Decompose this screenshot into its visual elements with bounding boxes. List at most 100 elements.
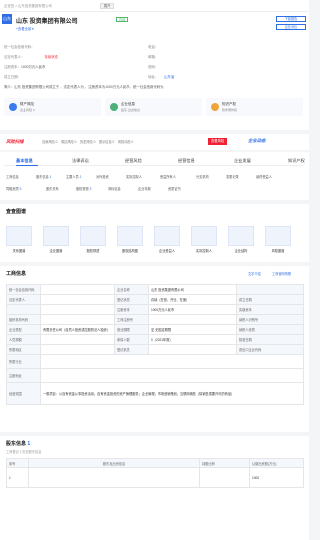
field-label xyxy=(236,284,304,295)
field-label: 所属行业 xyxy=(6,354,41,369)
tab-ip[interactable]: 知识产权 xyxy=(288,158,305,164)
tag-item[interactable]: 实际控制人 xyxy=(126,174,142,180)
risk-item[interactable]: 历史风险 0 xyxy=(80,140,95,144)
tag-label: 对外投资 xyxy=(96,175,109,179)
field-value xyxy=(148,314,237,325)
risk-item[interactable]: 提示信息 0 xyxy=(99,140,114,144)
tag-item[interactable]: 对外投资 xyxy=(96,174,109,180)
capital-value: 1000万元人民币 xyxy=(20,65,46,69)
subscribed-capital: 1000 xyxy=(249,467,304,488)
shareholder-subtabs[interactable]: 工商登记 1 历史股东信息 xyxy=(6,449,41,454)
tag-item[interactable]: 最终受益人 xyxy=(256,174,272,180)
enterprise-graph-icon xyxy=(43,226,69,246)
tab-risk[interactable]: 经营风险 xyxy=(125,158,142,164)
col-header: 序号 xyxy=(6,458,29,468)
breadcrumb: 企查查 > 山东投资集团有限公司 xyxy=(4,4,52,8)
view-risk-button[interactable]: 查看风险 xyxy=(208,138,228,145)
dynamics-label[interactable]: 企业动态 xyxy=(248,138,266,144)
tag-label: 股权穿透 xyxy=(76,187,89,191)
address-row: 地址： 山东省 xyxy=(148,74,174,79)
tag-label: 同融资质 xyxy=(6,187,19,191)
tag-item[interactable]: 商标信息 xyxy=(108,186,121,192)
graph-label: 股权穿透 xyxy=(86,249,100,253)
field-label: 营业期限 xyxy=(114,324,149,335)
equity-structure-icon xyxy=(117,226,143,246)
tag-item[interactable]: 变更记录 xyxy=(226,174,239,180)
field-value: 有限责任公司（自然人投资或控股的法人独资） xyxy=(40,324,115,335)
stat-title: 财产风险 xyxy=(20,102,34,106)
graph-card[interactable]: 风险图谱 xyxy=(265,226,291,256)
compare-button[interactable]: 企业对比 xyxy=(276,24,306,30)
company-header: 山东 山东 投资集团有限公司 存续 +查看全部 ▾ 下载报告 企业对比 统一社会… xyxy=(0,12,309,130)
shareholder-table: 序号 股东及出资信息 持股比例 认缴出资额(万元) 1 1000 xyxy=(6,458,304,488)
business-row: 法定代表人 登记状态 存续（在营、开业、在册） 成立日期 xyxy=(6,294,304,305)
download-label: 下载报告 xyxy=(284,17,298,21)
graph-card[interactable]: 企业受益人 xyxy=(154,226,180,256)
expand-button[interactable]: 展开 xyxy=(100,3,114,9)
field-label: 所属地区 xyxy=(6,344,41,355)
graph-card[interactable]: 股权结构图 xyxy=(117,226,143,256)
tag-label: 企业年报 xyxy=(138,187,151,191)
tag-item[interactable]: 同融资质 5 xyxy=(6,186,21,192)
tag-label: 变更记录 xyxy=(226,175,239,179)
tag-item[interactable]: 股权穿透 3 xyxy=(76,186,91,192)
business-row: 所属行业 xyxy=(6,354,304,369)
tag-item[interactable]: 工商信息 xyxy=(6,174,19,180)
snapshot-link[interactable]: 工商官网快照 xyxy=(272,271,291,276)
stat-card-risk[interactable]: 财产风险企业风险 0 xyxy=(4,98,101,116)
intro-text: 简介：山东 投资集团有限公司成立于 ，法定代表人为 ，注册资本为1000万元人民… xyxy=(4,85,164,89)
tag-label: 股东关系 xyxy=(46,187,59,191)
tag-item[interactable]: 企业年报 xyxy=(138,186,151,192)
risk-scan-label: 风险扫描 xyxy=(6,139,24,144)
tag-item[interactable]: 资质证书 xyxy=(168,186,181,192)
graph-label: 企业受益人 xyxy=(159,249,175,253)
field-label: 人员规模 xyxy=(6,334,41,345)
col-header: 股东及出资信息 xyxy=(28,458,200,468)
tag-item[interactable]: 受益所有人 xyxy=(160,174,176,180)
graph-label: 实际控制人 xyxy=(196,249,212,253)
tab-basic[interactable]: 基本信息 xyxy=(16,158,33,164)
tag-item[interactable]: 主要人员 1 xyxy=(66,174,81,180)
risk-items: 自身风险 0 周边风险 0 历史风险 0 提示信息 0 风险动态 0 xyxy=(42,139,133,144)
shareholder-name[interactable] xyxy=(28,467,200,488)
tab-business[interactable]: 经营信息 xyxy=(178,158,195,164)
business-row: 组织机构代码 工商注册号 纳税人识别号 xyxy=(6,314,304,325)
text-intro-link[interactable]: 文字介绍 xyxy=(248,271,261,276)
top-bar: 企查查 > 山东投资集团有限公司 展开 xyxy=(0,0,309,12)
graph-label: 股权结构图 xyxy=(122,249,138,253)
field-label: 统一社会信用代码 xyxy=(6,284,41,295)
view-all-link[interactable]: +查看全部 ▾ xyxy=(16,26,34,31)
field-value: 山东 投资集团有限公司 xyxy=(148,284,237,295)
section-title-shareholders: 股东信息 1 xyxy=(6,440,30,447)
download-report-button[interactable]: 下载报告 xyxy=(276,16,306,22)
graph-card[interactable]: 企业结构 xyxy=(228,226,254,256)
company-logo: 山东 xyxy=(2,14,12,24)
stat-title: 知识产权 xyxy=(222,102,236,106)
stat-card-ip[interactable]: 知识产权 软件著作权 xyxy=(206,98,303,116)
email-row: 邮箱： xyxy=(148,54,158,59)
address-value[interactable]: 山东省 xyxy=(164,75,174,79)
stat-sub: 企业风险 0 xyxy=(20,108,35,112)
tab-development[interactable]: 企业发展 xyxy=(234,158,251,164)
tag-item[interactable]: 分支机构 xyxy=(196,174,209,180)
graph-card[interactable]: 股权穿透 xyxy=(80,226,106,256)
risk-item[interactable]: 风险动态 0 xyxy=(118,140,133,144)
graph-card[interactable]: 关系图谱 xyxy=(6,226,32,256)
tag-count: 1 xyxy=(79,175,82,179)
tag-item[interactable]: 股东关系 xyxy=(46,186,59,192)
tab-legal[interactable]: 法律诉讼 xyxy=(72,158,89,164)
field-value xyxy=(40,344,115,355)
graph-card[interactable]: 实际控制人 xyxy=(191,226,217,256)
info-row-1: 统一社会信用代码： xyxy=(4,44,35,49)
risk-item[interactable]: 周边风险 0 xyxy=(61,140,76,144)
field-label xyxy=(6,304,41,315)
field-label: 登记状态 xyxy=(114,294,149,305)
risk-item[interactable]: 自身风险 0 xyxy=(42,140,57,144)
field-label: 登记机关 xyxy=(114,344,149,355)
stat-card-info[interactable]: 企业信息 股东·出资信息 xyxy=(105,98,202,116)
field-label: 注册资本 xyxy=(114,304,149,315)
business-row: 企业类型 有限责任公司（自然人投资或控股的法人独资） 营业期限至 无固定期限 纳税人资… xyxy=(6,324,304,335)
graph-card[interactable]: 企业图谱 xyxy=(43,226,69,256)
tag-item[interactable]: 股东信息 1 xyxy=(36,174,51,180)
section-title-business: 工商信息 xyxy=(6,271,27,277)
